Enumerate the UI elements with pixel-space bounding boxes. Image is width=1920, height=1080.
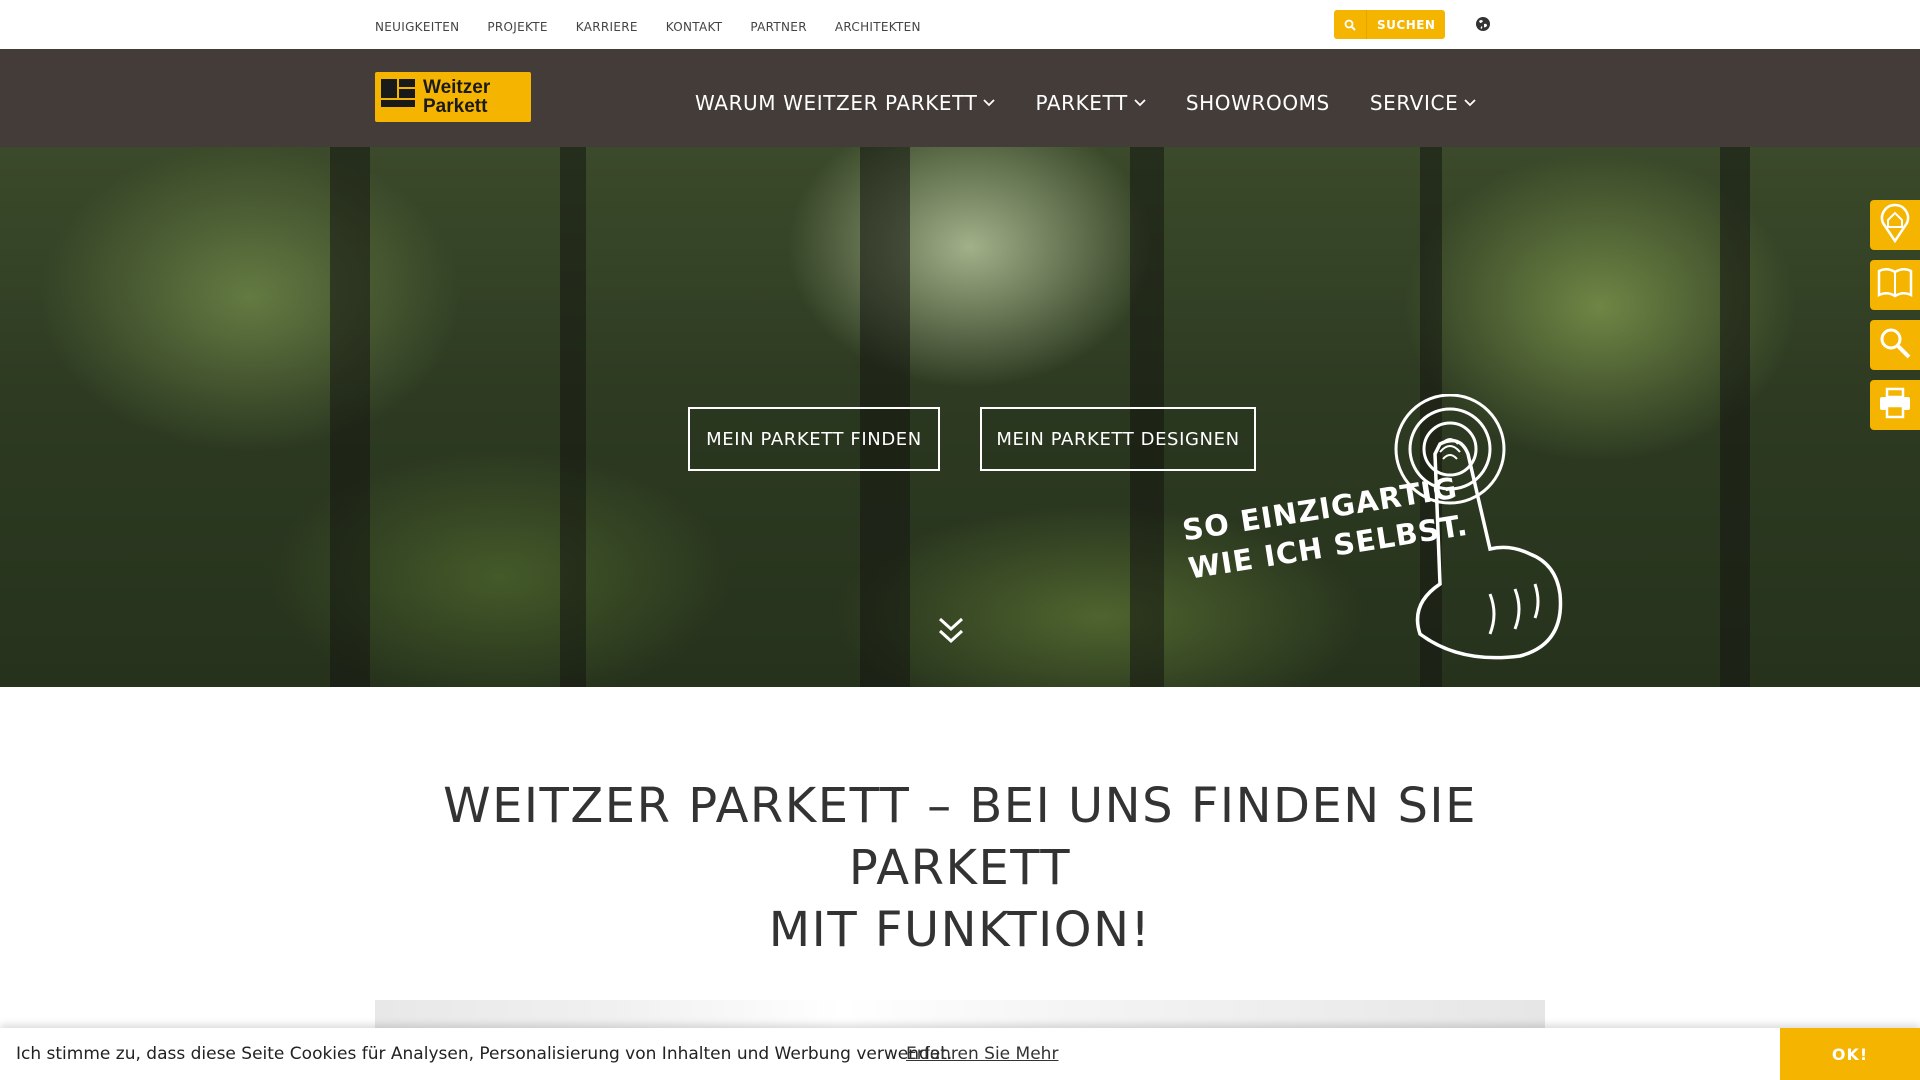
cookie-learn-more-link[interactable]: Erfahren Sie Mehr xyxy=(906,1044,1058,1064)
nav-label: SHOWROOMS xyxy=(1185,91,1330,115)
nav-label: SERVICE xyxy=(1369,91,1459,115)
search-button[interactable]: SUCHEN xyxy=(1334,10,1445,39)
main-nav: WARUM WEITZER PARKETT PARKETT SHOWROOMS … xyxy=(695,91,1516,115)
nav-parkett[interactable]: PARKETT xyxy=(1035,89,1146,115)
magnifier-icon xyxy=(1878,326,1912,364)
nav-service[interactable]: SERVICE xyxy=(1370,91,1477,115)
nav-label: WARUM WEITZER PARKETT xyxy=(695,91,978,115)
print-button[interactable] xyxy=(1870,380,1920,430)
weitzer-parkett-logo[interactable]: Weitzer Parkett xyxy=(375,72,531,122)
logo-line1: Weitzer xyxy=(423,77,491,98)
nav-showrooms[interactable]: SHOWROOMS xyxy=(1186,91,1330,115)
headline-line1: WEITZER PARKETT – BEI UNS FINDEN SIE PAR… xyxy=(443,778,1477,896)
cookie-message: Ich stimme zu, dass diese Seite Cookies … xyxy=(16,1044,953,1064)
showroom-locator-button[interactable] xyxy=(1870,200,1920,250)
search-icon xyxy=(1334,10,1367,39)
page-headline: WEITZER PARKETT – BEI UNS FINDEN SIE PAR… xyxy=(375,775,1545,961)
search-button-label: SUCHEN xyxy=(1377,17,1436,32)
main-nav-bar: Weitzer Parkett WARUM WEITZER PARKETT PA… xyxy=(0,49,1920,147)
catalog-button[interactable] xyxy=(1870,260,1920,310)
fingerprint-hand-icon xyxy=(1394,394,1563,660)
globe-icon[interactable] xyxy=(1474,15,1492,33)
find-parkett-button[interactable]: MEIN PARKETT FINDEN xyxy=(688,407,940,471)
logo-line2: Parkett xyxy=(423,96,488,117)
cookie-consent-bar: Ich stimme zu, dass diese Seite Cookies … xyxy=(0,1028,1920,1080)
printer-icon xyxy=(1878,387,1912,423)
location-house-icon xyxy=(1878,203,1912,247)
topnav-partner[interactable]: PARTNER xyxy=(750,20,806,34)
nav-label: PARKETT xyxy=(1035,91,1128,115)
topnav-karriere[interactable]: KARRIERE xyxy=(576,20,638,34)
side-search-button[interactable] xyxy=(1870,320,1920,370)
hero-forest-banner: MEIN PARKETT FINDEN MEIN PARKETT DESIGNE… xyxy=(0,147,1920,687)
forest-trunk xyxy=(560,147,586,687)
book-icon xyxy=(1877,267,1913,303)
cookie-ok-button[interactable]: OK! xyxy=(1780,1028,1920,1080)
headline-line2: MIT FUNKTION! xyxy=(768,902,1152,958)
topnav-neuigkeiten[interactable]: NEUIGKEITEN xyxy=(375,20,459,34)
top-utility-bar: NEUIGKEITEN PROJEKTE KARRIERE KONTAKT PA… xyxy=(0,0,1920,49)
content-preview-image xyxy=(375,1000,1545,1030)
logo-wordmark: Weitzer Parkett xyxy=(423,78,490,116)
logo-mark-icon xyxy=(381,79,415,115)
topnav-architekten[interactable]: ARCHITEKTEN xyxy=(835,20,921,34)
topnav-kontakt[interactable]: KONTAKT xyxy=(666,20,723,34)
chevron-down-icon xyxy=(1464,89,1476,113)
slogan-graphic: SO EINZIGARTIG WIE ICH SELBST. xyxy=(1180,394,1580,674)
top-nav: NEUIGKEITEN PROJEKTE KARRIERE KONTAKT PA… xyxy=(375,20,949,34)
double-chevron-down-icon[interactable] xyxy=(936,615,966,647)
chevron-down-icon xyxy=(1134,89,1146,113)
topnav-projekte[interactable]: PROJEKTE xyxy=(487,20,547,34)
nav-warum-weitzer-parkett[interactable]: WARUM WEITZER PARKETT xyxy=(695,89,996,115)
forest-trunk xyxy=(1720,147,1750,687)
forest-trunk xyxy=(330,147,370,687)
chevron-down-icon xyxy=(983,89,996,113)
